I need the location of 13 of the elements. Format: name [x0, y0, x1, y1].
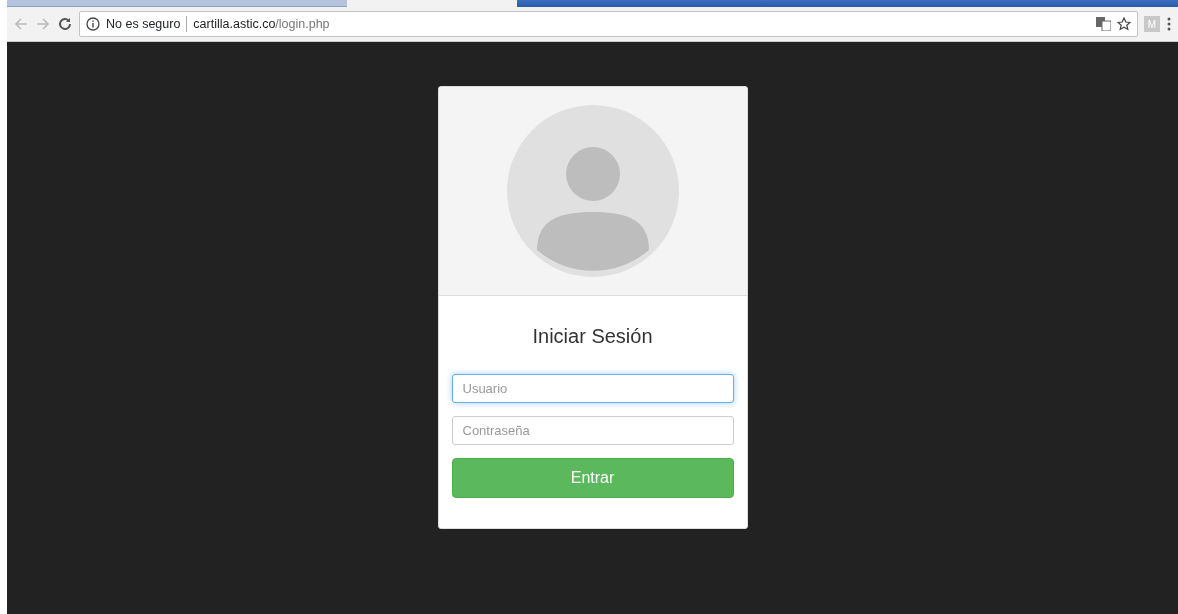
url-text: cartilla.astic.co/login.php [193, 15, 330, 33]
security-label: No es seguro [106, 15, 181, 33]
address-bar[interactable]: No es seguro cartilla.astic.co/login.php [79, 11, 1138, 37]
username-field[interactable]: Usuario [451, 374, 734, 403]
translate-icon[interactable] [1096, 17, 1111, 31]
star-icon[interactable] [1117, 17, 1131, 31]
submit-button[interactable]: Entrar [451, 458, 734, 498]
reload-icon[interactable] [57, 16, 73, 32]
info-icon[interactable] [86, 17, 100, 31]
menu-icon[interactable] [1166, 16, 1172, 32]
avatar-icon [506, 105, 679, 277]
login-title: Iniciar Sesión [531, 324, 654, 348]
password-field[interactable]: Contraseña [451, 416, 734, 445]
